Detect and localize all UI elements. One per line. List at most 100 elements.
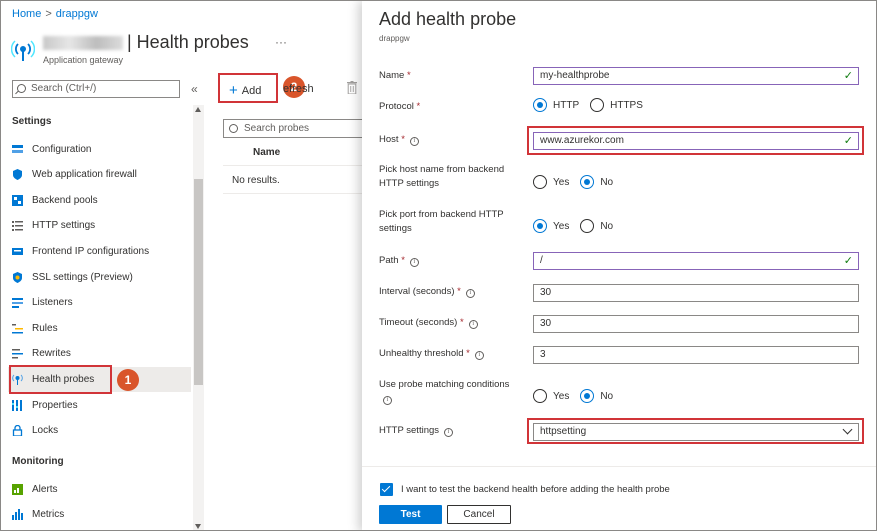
- sidebar-item-label: Metrics: [32, 509, 65, 520]
- info-icon[interactable]: i: [409, 137, 419, 146]
- protocol-option-label: HTTPS: [610, 99, 643, 111]
- sidebar-item-locks[interactable]: Locks: [8, 418, 191, 443]
- delete-icon[interactable]: [347, 81, 357, 94]
- lock-icon: [12, 425, 23, 436]
- timeout-field[interactable]: 30: [533, 315, 859, 333]
- name-value: my-healthprobe: [540, 70, 610, 81]
- metrics-icon: [12, 509, 23, 520]
- sidebar-item-http-settings[interactable]: HTTP settings: [8, 213, 191, 238]
- path-value: /: [540, 255, 543, 266]
- sidebar-item-metrics[interactable]: Metrics: [8, 502, 191, 527]
- sidebar-scrollbar[interactable]: [193, 105, 204, 530]
- sidebar-item-rules[interactable]: Rules: [8, 316, 191, 341]
- scroll-down-icon[interactable]: [195, 524, 201, 529]
- sidebar-item-listeners[interactable]: Listeners: [8, 290, 191, 315]
- sidebar-search-placeholder: Search (Ctrl+/): [31, 83, 97, 94]
- sidebar-item-backend-pools[interactable]: Backend pools: [8, 188, 191, 213]
- scroll-up-icon[interactable]: [195, 107, 201, 112]
- collapse-sidebar-icon[interactable]: «: [191, 82, 198, 96]
- sidebar-item-label: Properties: [32, 400, 78, 411]
- path-label: Path * i: [379, 254, 419, 268]
- protocol-option-label: HTTP: [553, 99, 580, 111]
- name-label-text: Name: [379, 70, 405, 81]
- section-monitoring: Monitoring: [12, 456, 64, 467]
- add-health-probe-panel: Add health probe drappgw Name * my-healt…: [362, 1, 876, 530]
- sidebar-item-properties[interactable]: Properties: [8, 393, 191, 418]
- breadcrumb-current[interactable]: drappgw: [56, 8, 98, 20]
- resource-type: Application gateway: [43, 55, 124, 65]
- pick-port-option-yes[interactable]: Yes: [533, 219, 569, 233]
- info-icon[interactable]: i: [444, 428, 454, 437]
- sidebar-item-ssl-settings[interactable]: SSL settings (Preview): [8, 265, 191, 290]
- sidebar-item-web-application-firewall[interactable]: Web application firewall: [8, 162, 191, 187]
- highlight-health-probes: [9, 365, 112, 394]
- protocol-label: Protocol *: [379, 100, 420, 114]
- info-icon[interactable]: i: [383, 396, 392, 405]
- probe-matching-option-yes[interactable]: Yes: [533, 389, 569, 403]
- sidebar-item-label: Rewrites: [32, 348, 71, 359]
- info-icon[interactable]: i: [465, 289, 475, 298]
- probe-matching-option-label: Yes: [553, 390, 570, 402]
- sidebar-search-input[interactable]: Search (Ctrl+/): [12, 80, 180, 98]
- sidebar-item-label: Locks: [32, 425, 59, 436]
- unhealthy-label-text: Unhealthy threshold: [379, 348, 464, 359]
- info-icon[interactable]: i: [409, 258, 419, 267]
- sidebar-item-configuration[interactable]: Configuration: [8, 137, 191, 162]
- interval-field[interactable]: 30: [533, 284, 859, 302]
- cancel-button[interactable]: Cancel: [447, 505, 511, 524]
- search-probes-input[interactable]: Search probes: [223, 119, 363, 138]
- pick-host-option-no[interactable]: No: [580, 175, 613, 189]
- test-backend-checkbox[interactable]: [380, 483, 393, 496]
- protocol-option-https[interactable]: HTTPS: [590, 98, 643, 112]
- sidebar-item-label: Web application firewall: [32, 169, 137, 180]
- name-field[interactable]: my-healthprobe ✓: [533, 67, 859, 85]
- required-marker: *: [457, 286, 461, 297]
- radio-selected[interactable]: [533, 219, 547, 233]
- protocol-option-http[interactable]: HTTP: [533, 98, 579, 112]
- path-field[interactable]: / ✓: [533, 252, 859, 270]
- required-marker: *: [459, 317, 464, 328]
- radio-unselected[interactable]: [533, 175, 547, 189]
- scrollbar-thumb[interactable]: [194, 179, 203, 385]
- column-header-name[interactable]: Name: [253, 147, 280, 158]
- sidebar-item-alerts[interactable]: Alerts: [8, 477, 191, 502]
- list-settings-icon: [12, 221, 23, 231]
- radio-selected[interactable]: [533, 98, 547, 112]
- refresh-button[interactable]: efresh: [283, 83, 314, 95]
- radio-selected[interactable]: [580, 389, 595, 403]
- frontend-ip-icon: [12, 248, 23, 255]
- sidebar-item-rewrites[interactable]: Rewrites: [8, 341, 191, 366]
- info-icon[interactable]: i: [474, 351, 484, 360]
- pick-host-option-label: No: [600, 176, 614, 188]
- panel-subtitle: drappgw: [379, 34, 410, 43]
- host-label: Host * i: [379, 133, 419, 147]
- radio-unselected[interactable]: [580, 219, 595, 233]
- host-label-text: Host: [379, 134, 399, 145]
- panel-title: Add health probe: [379, 9, 517, 29]
- required-marker: *: [401, 255, 405, 266]
- radio-selected[interactable]: [580, 175, 595, 189]
- pick-host-option-yes[interactable]: Yes: [533, 175, 569, 189]
- listeners-icon: [12, 298, 23, 308]
- test-button[interactable]: Test: [379, 505, 442, 524]
- breadcrumb-home[interactable]: Home: [12, 8, 41, 20]
- properties-icon: [12, 400, 22, 411]
- radio-unselected[interactable]: [590, 98, 605, 112]
- probe-matching-option-no[interactable]: No: [580, 389, 613, 403]
- pick-port-option-no[interactable]: No: [580, 219, 613, 233]
- pick-port-option-label: Yes: [553, 220, 570, 232]
- empty-state-text: No results.: [232, 175, 280, 186]
- sidebar-item-label: Frontend IP configurations: [32, 246, 150, 257]
- pick-host-option-label: Yes: [553, 176, 570, 188]
- radio-unselected[interactable]: [533, 389, 547, 403]
- sidebar-item-frontend-ip-configurations[interactable]: Frontend IP configurations: [8, 239, 191, 264]
- unhealthy-threshold-field[interactable]: 3: [533, 346, 859, 364]
- more-icon[interactable]: ···: [275, 35, 287, 49]
- sidebar-item-label: Backend pools: [32, 195, 98, 206]
- info-icon[interactable]: i: [468, 320, 478, 329]
- pick-port-option-label: No: [600, 220, 614, 232]
- highlight-add-button: [218, 73, 278, 103]
- sidebar-item-label: SSL settings (Preview): [32, 272, 133, 283]
- protocol-label-text: Protocol: [379, 101, 414, 112]
- probe-matching-radio-group: Yes No: [533, 389, 624, 403]
